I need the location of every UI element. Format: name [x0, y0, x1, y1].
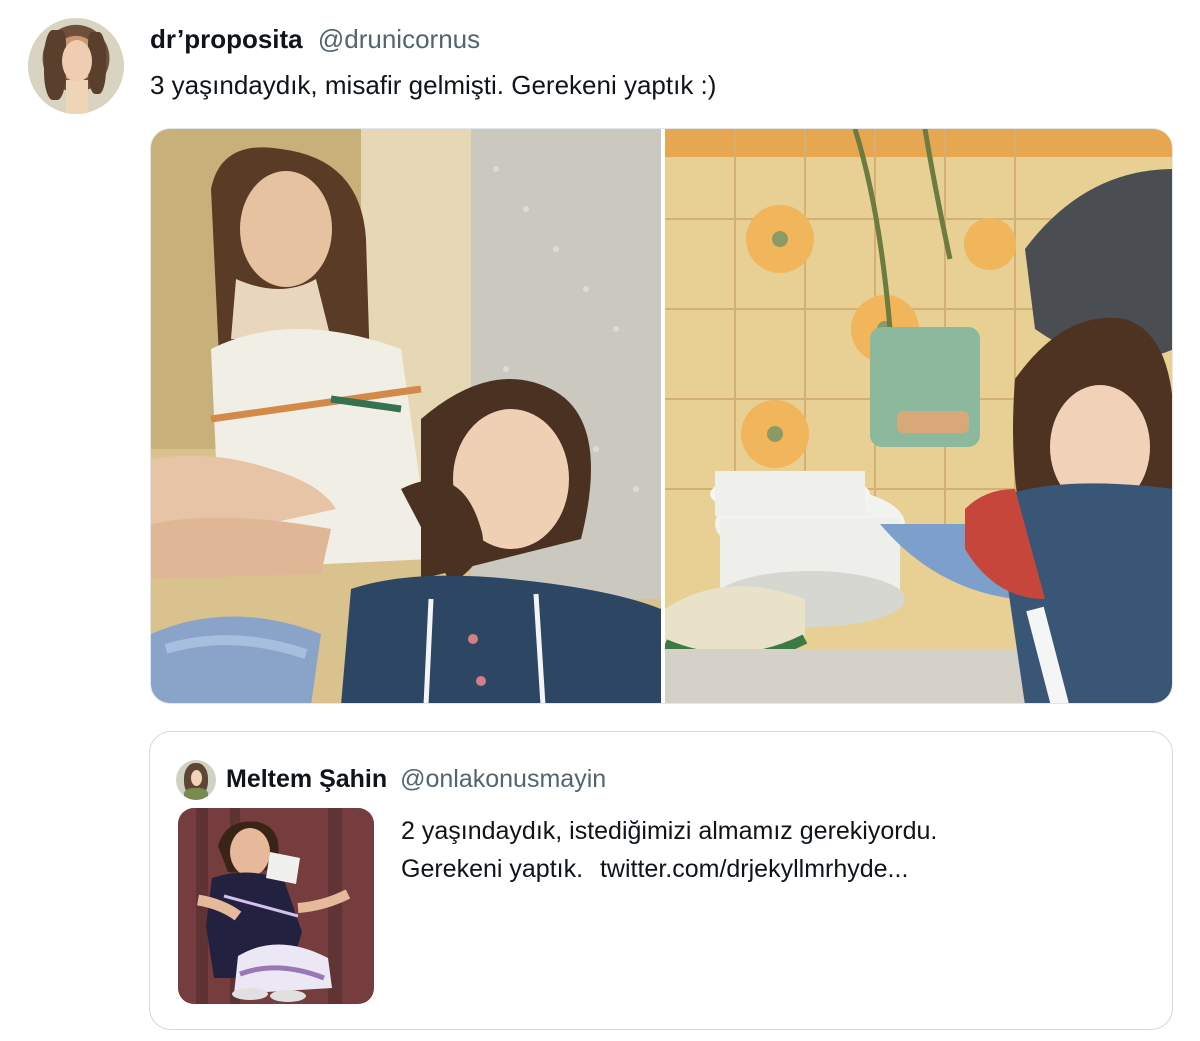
quoted-text-line-2-wrap: Gerekeni yaptık. twitter.com/drjekyllmrh…	[401, 850, 937, 888]
tweet-author-avatar[interactable]	[28, 18, 124, 114]
quoted-tweet-header: Meltem Şahin @onlakonusmayin	[226, 762, 606, 796]
photo-toddler-crying	[178, 808, 374, 1004]
media-photo-1[interactable]	[151, 129, 661, 703]
quoted-text-line-1: 2 yaşındaydık, istediğimizi almamız gere…	[401, 817, 938, 845]
quoted-tweet-link[interactable]: twitter.com/drjekyllmrhyde...	[600, 855, 908, 883]
author-display-name[interactable]: dr’proposita	[150, 24, 303, 54]
quoted-author-display-name[interactable]: Meltem Şahin	[226, 765, 387, 793]
quoted-author-avatar[interactable]	[176, 760, 216, 800]
tweet-header: dr’proposita @drunicornus	[150, 22, 480, 56]
quoted-tweet-card[interactable]: Meltem Şahin @onlakonusmayin 2 yaşındayd…	[149, 731, 1173, 1030]
tweet-text: 3 yaşındaydık, misafir gelmişti. Gereken…	[150, 70, 717, 100]
quoted-tweet-media[interactable]	[178, 808, 374, 1004]
quoted-tweet-text: 2 yaşındaydık, istediğimizi almamız gere…	[401, 812, 937, 888]
author-handle[interactable]: @drunicornus	[318, 24, 480, 54]
media-photo-2[interactable]	[665, 129, 1172, 703]
photo-child-at-sink	[665, 129, 1172, 703]
tweet-media-grid	[150, 128, 1173, 704]
photo-mother-and-child	[151, 129, 661, 703]
quoted-author-handle[interactable]: @onlakonusmayin	[400, 765, 606, 793]
quoted-text-line-2: Gerekeni yaptık.	[401, 855, 584, 883]
